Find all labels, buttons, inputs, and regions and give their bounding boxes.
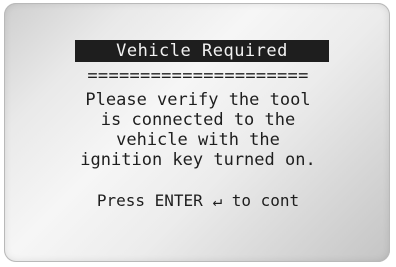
screen-title: Vehicle Required xyxy=(75,40,329,62)
title-divider: ===================== xyxy=(87,66,309,86)
message-line-2: is connected to the xyxy=(100,110,296,130)
message-line-3: vehicle with the xyxy=(116,130,280,150)
screen-content: Vehicle Required ===================== P… xyxy=(0,0,396,267)
message-line-1: Please verify the tool xyxy=(85,90,311,110)
message-line-4: ignition key turned on. xyxy=(80,150,316,170)
enter-prompt: Press ENTER ↵ to cont xyxy=(96,191,300,210)
